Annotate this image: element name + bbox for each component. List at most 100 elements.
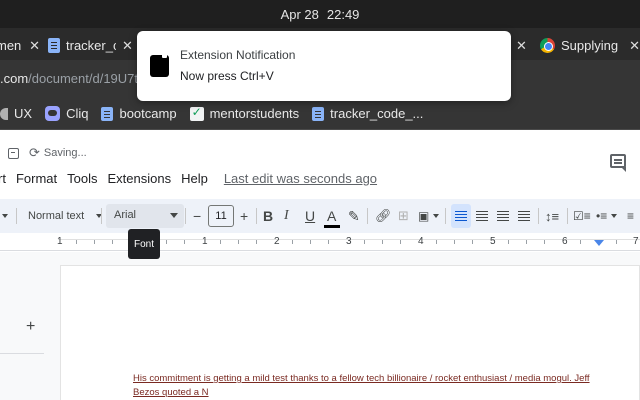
formatting-toolbar: Normal text Arial − 11 + B I U A ✎ 🔗︎ ⊞ … [0, 199, 640, 233]
toolbar-divider [367, 208, 368, 224]
ruler-tick [220, 240, 221, 244]
line-spacing-icon[interactable]: ↕≡ [545, 199, 559, 233]
toolbar-caret[interactable] [2, 199, 8, 233]
tab-tracker-code[interactable]: tracker_cc ✕ [48, 31, 138, 60]
ruler-tick [400, 240, 401, 244]
add-tab-icon[interactable]: + [26, 318, 35, 336]
save-status: ⟳ Saving... [8, 145, 87, 161]
align-right-button[interactable] [497, 199, 509, 233]
highlight-pen-icon[interactable]: ✎ [348, 199, 360, 233]
insert-image-icon[interactable]: ▣ [418, 199, 440, 233]
outline-divider [0, 353, 44, 354]
add-comment-icon[interactable]: ⊞ [398, 199, 409, 233]
sync-icon: ⟳ [29, 145, 40, 160]
url-domain: .com [0, 71, 29, 86]
ruler-tick [544, 240, 545, 244]
align-right-icon [497, 210, 509, 222]
menu-bar: rt Format Tools Extensions Help Last edi… [0, 171, 387, 186]
ruler-number: 5 [490, 236, 496, 247]
bookmark-ux[interactable]: UX [0, 106, 32, 121]
align-left-icon [455, 210, 467, 222]
bookmark-label: Cliq [66, 106, 89, 121]
ruler-tick [94, 240, 95, 244]
align-center-button[interactable] [476, 199, 488, 233]
ruler-number: 3 [346, 236, 352, 247]
chevron-down-icon [170, 213, 178, 218]
ux-icon [0, 107, 8, 120]
chrome-icon [540, 38, 555, 53]
notification-title: Extension Notification [180, 48, 296, 62]
ruler-tick [112, 240, 113, 244]
close-icon[interactable]: ✕ [629, 38, 640, 54]
bookmarks-bar: UX Cliq bootcamp mentorstudents tracker_… [0, 98, 640, 130]
docs-icon [101, 106, 114, 121]
bookmark-bootcamp[interactable]: bootcamp [101, 106, 177, 121]
extension-notification[interactable]: Extension Notification Now press Ctrl+V [137, 31, 511, 101]
tab-label: men [0, 38, 22, 53]
menu-insert[interactable]: rt [0, 171, 6, 186]
os-top-bar: Apr 28 22:49 [0, 0, 640, 28]
menu-tools[interactable]: Tools [67, 171, 97, 186]
bookmark-mentorstudents[interactable]: mentorstudents [189, 105, 299, 121]
font-size-input[interactable]: 11 [208, 205, 234, 227]
close-icon[interactable]: ✕ [122, 38, 133, 54]
bookmark-cliq[interactable]: Cliq [45, 106, 88, 121]
underline-button[interactable]: U [305, 199, 315, 233]
menu-help[interactable]: Help [181, 171, 208, 186]
text-color-label: A [323, 208, 341, 228]
link-icon[interactable]: 🔗︎ [375, 199, 392, 233]
close-icon[interactable]: ✕ [516, 38, 527, 54]
comment-icon[interactable] [610, 154, 626, 172]
ruler-tick [526, 240, 527, 244]
ruler-number: 7 [633, 236, 639, 247]
bookmark-tracker-code[interactable]: tracker_code_... [312, 106, 423, 121]
ruler-number: 2 [274, 236, 280, 247]
ruler-tick [508, 240, 509, 244]
move-to-folder-icon[interactable] [8, 147, 19, 159]
docs-header: ⟳ Saving... rt Format Tools Extensions H… [0, 131, 640, 196]
cliq-icon [45, 106, 61, 121]
increase-font-size-button[interactable]: + [240, 199, 248, 233]
docs-icon [312, 106, 325, 121]
align-left-button[interactable] [455, 199, 467, 233]
last-edit-link[interactable]: Last edit was seconds ago [224, 171, 377, 186]
docs-icon [48, 38, 60, 53]
right-indent-marker[interactable] [594, 240, 604, 246]
bookmark-label: tracker_code_... [330, 106, 424, 121]
checkmark-icon [189, 105, 204, 121]
tab-hidden[interactable]: ✕ [514, 31, 528, 60]
align-justify-button[interactable] [518, 199, 530, 233]
ruler-tick [76, 240, 77, 244]
tab-men[interactable]: men ✕ [0, 31, 40, 60]
ruler-tick [238, 240, 239, 244]
chevron-down-icon [2, 214, 8, 218]
decrease-font-size-button[interactable]: − [193, 199, 201, 233]
menu-format[interactable]: Format [16, 171, 57, 186]
ruler-tick [616, 240, 617, 244]
ruler-number: 6 [562, 236, 568, 247]
toolbar-divider [185, 208, 186, 224]
ruler-tick [292, 240, 293, 244]
ruler-tick [382, 240, 383, 244]
close-icon[interactable]: ✕ [29, 38, 40, 54]
tab-supplying[interactable]: Supplying ✕ [540, 31, 640, 60]
toolbar-divider [567, 208, 568, 224]
checklist-icon[interactable]: ☑≡ [573, 199, 591, 233]
chevron-down-icon [611, 214, 618, 218]
ruler[interactable]: 1 1 1 2 3 4 5 6 7 [0, 234, 640, 251]
text-color-button[interactable]: A [323, 199, 341, 233]
numbered-list-icon[interactable]: ≡ [627, 199, 634, 233]
menu-extensions[interactable]: Extensions [107, 171, 171, 186]
document-body-text[interactable]: His commitment is getting a mild test th… [133, 372, 603, 400]
saving-label: Saving... [43, 147, 87, 159]
font-dropdown[interactable]: Arial [106, 204, 184, 228]
italic-button[interactable]: I [284, 199, 289, 233]
ruler-tick [436, 240, 437, 244]
bulleted-list-icon[interactable]: •≡ [596, 199, 618, 233]
paragraph-style-dropdown[interactable]: Normal text [28, 199, 103, 233]
document-canvas: + His commitment is getting a mild test … [0, 252, 640, 400]
ruler-number: 4 [418, 236, 424, 247]
ruler-tick [310, 240, 311, 244]
bold-button[interactable]: B [263, 199, 273, 233]
ruler-number: 1 [57, 236, 63, 247]
